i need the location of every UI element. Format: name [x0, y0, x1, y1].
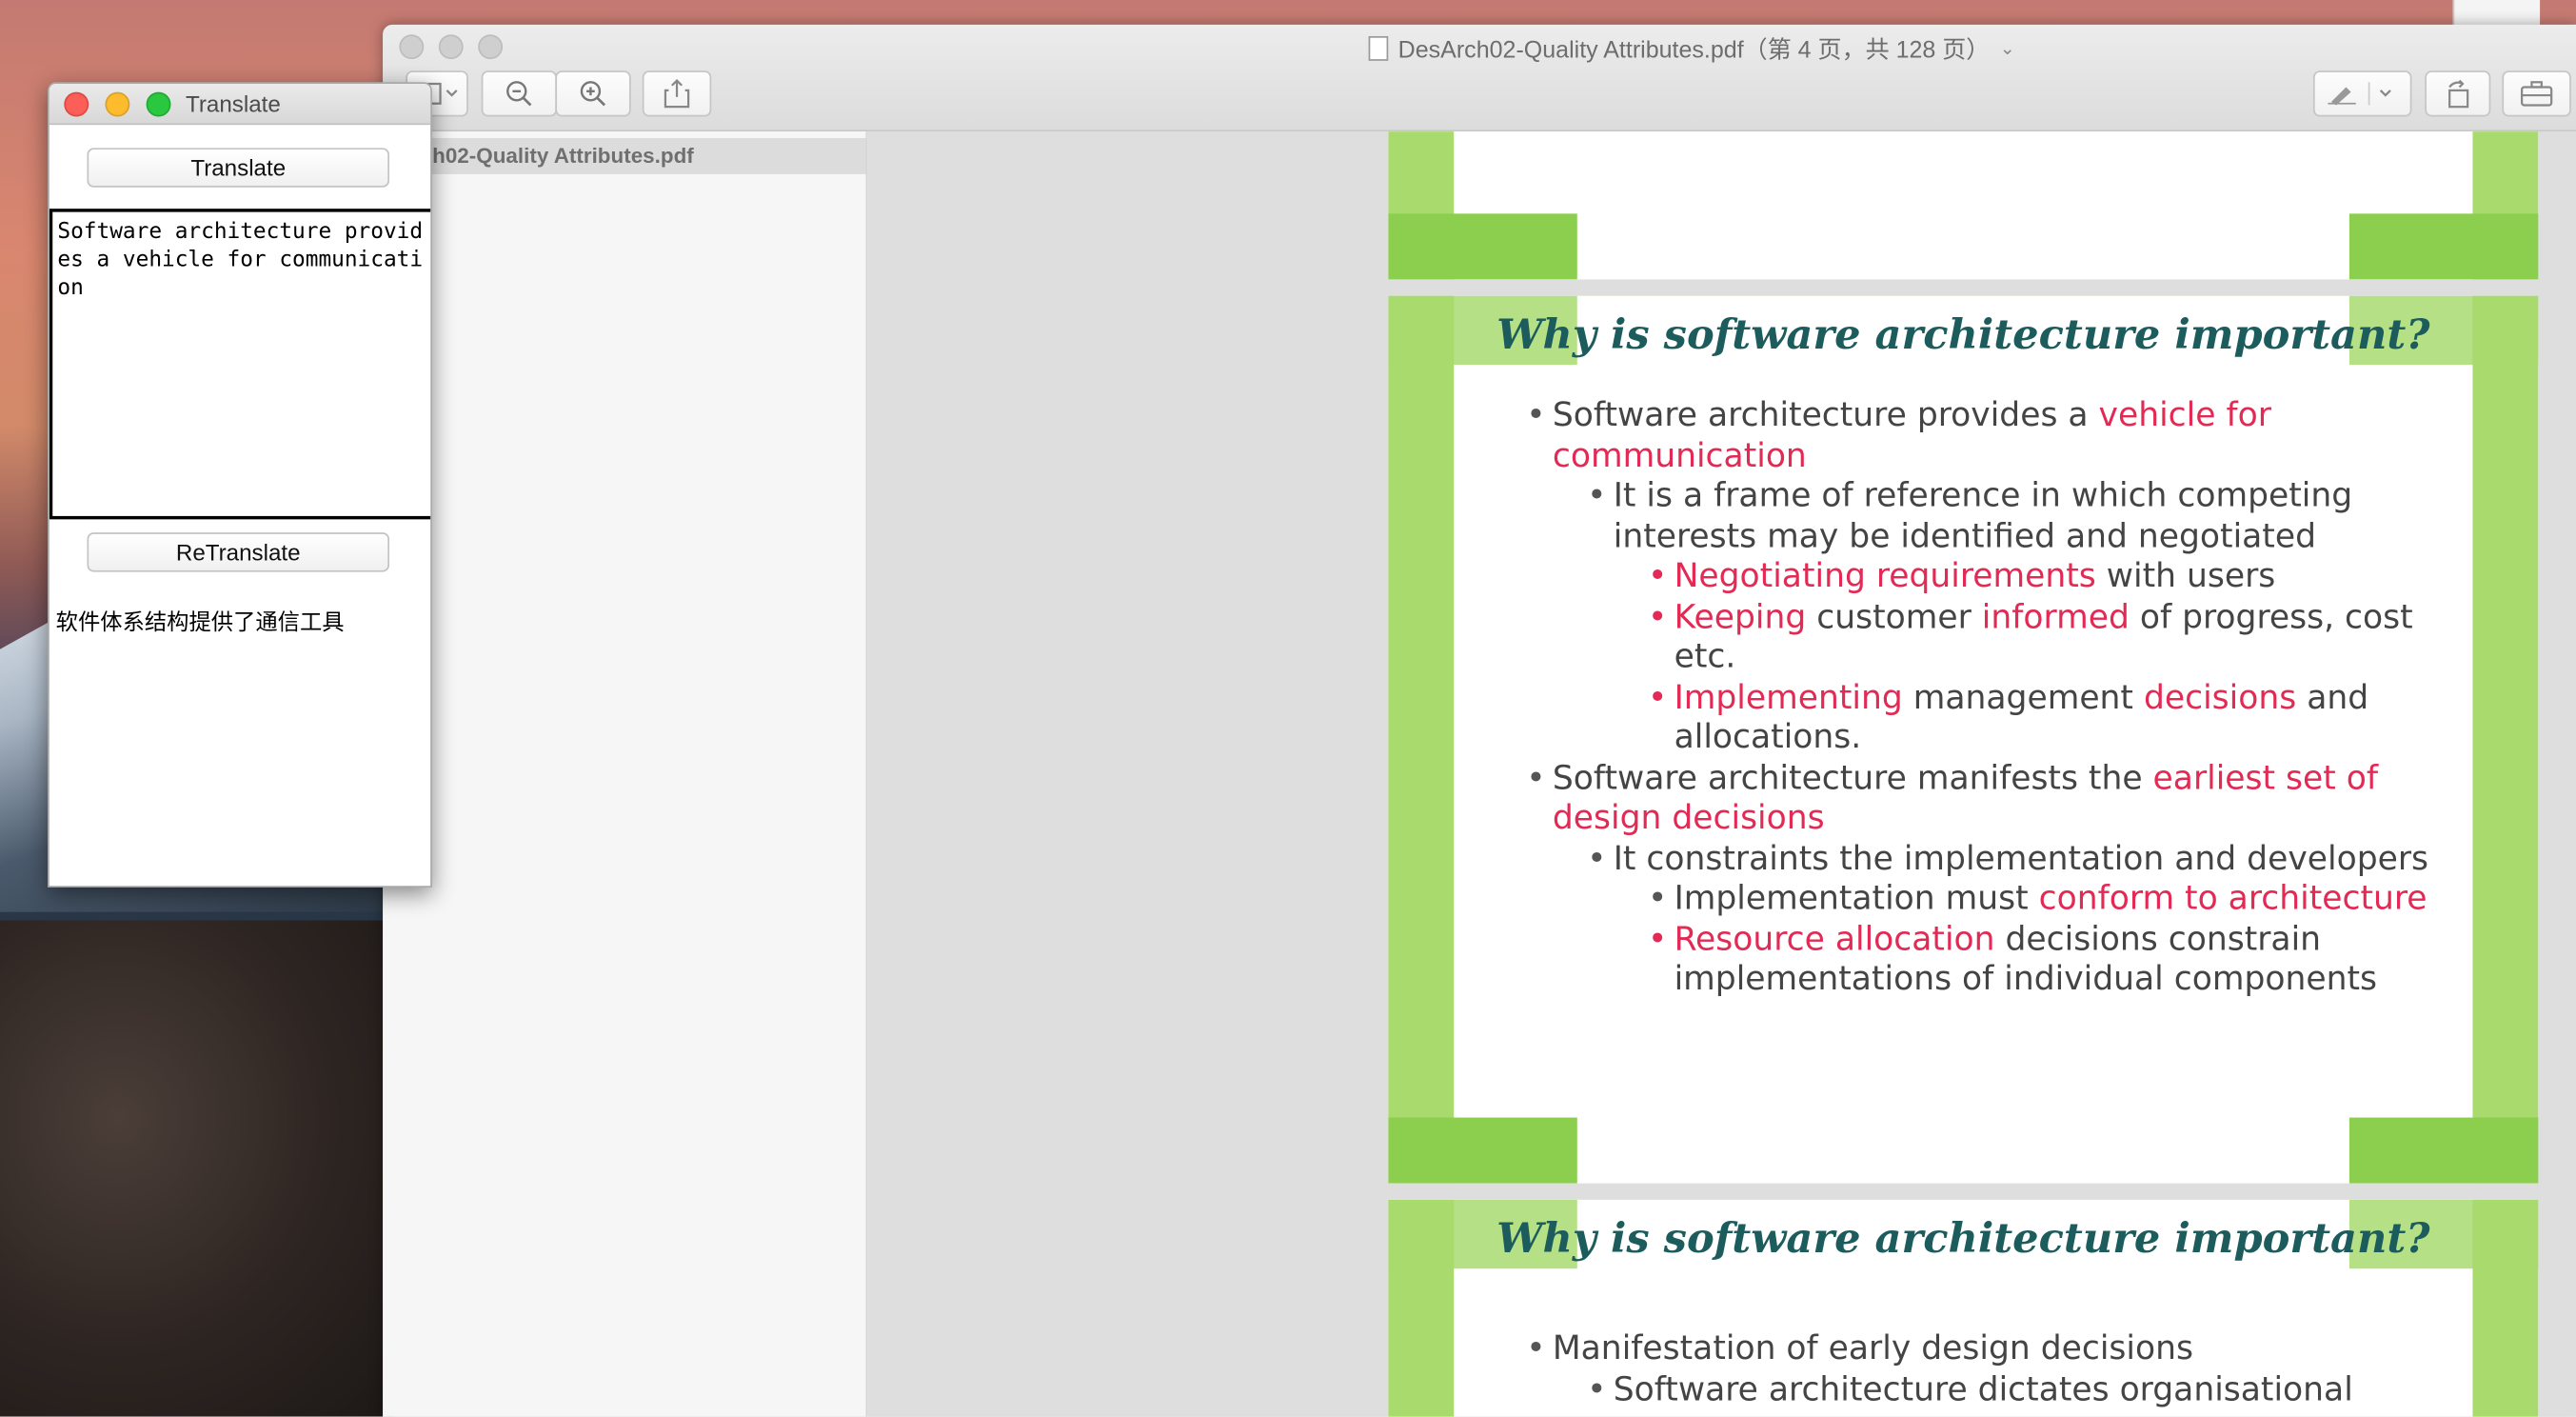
bullet-text: customer — [1806, 595, 1982, 636]
preview-titlebar: DesArch02-Quality Attributes.pdf（第 4 页，共… — [383, 24, 2576, 132]
zoom-out-button[interactable] — [481, 70, 558, 117]
slide-left-bar — [1388, 1199, 1455, 1417]
slide-title-box: Why is software architecture important? — [1496, 1199, 2430, 1276]
bullet-level-3: Negotiating requirements with users — [1526, 555, 2446, 595]
translate-window: Translate Translate Software architectur… — [48, 82, 432, 888]
zoom-in-button[interactable] — [555, 70, 631, 117]
preview-window-controls — [399, 34, 504, 60]
chevron-down-icon[interactable]: ⌄ — [2000, 38, 2015, 59]
window-title: DesArch02-Quality Attributes.pdf（第 4 页，共… — [1368, 31, 2015, 66]
translate-window-controls — [64, 91, 171, 117]
translation-output: 软件体系结构提供了通信工具 — [55, 609, 345, 635]
slide-inner — [1454, 131, 2473, 280]
bullet-level-1: Software architecture provides a vehicle… — [1526, 394, 2446, 475]
zoom-out-icon — [506, 81, 532, 107]
bullet-text: Keeping — [1674, 595, 1807, 636]
pdf-document-icon — [1368, 35, 1389, 61]
source-text-area[interactable]: Software architecture provides a vehicle… — [49, 209, 431, 520]
translate-titlebar: Translate — [49, 84, 431, 126]
slide-left-corner — [1388, 1117, 1577, 1184]
slide-right-bar — [2472, 295, 2539, 1184]
retranslate-button[interactable]: ReTranslate — [87, 532, 390, 572]
share-button[interactable] — [642, 70, 712, 117]
slide-next: Why is software architecture important? … — [1388, 1199, 2539, 1417]
slide-left-bar — [1388, 295, 1455, 1184]
bullet-text: Implementing — [1674, 676, 1903, 716]
rotate-button[interactable] — [2425, 70, 2491, 117]
rocks-image — [0, 920, 395, 1417]
close-button[interactable] — [64, 91, 89, 117]
bullet-text: It constraints the implementation and de… — [1613, 837, 2429, 877]
zoom-button[interactable] — [478, 34, 504, 60]
bullet-text: Negotiating requirements — [1674, 555, 2096, 595]
bullet-text: decisions — [2143, 676, 2297, 716]
bullet-level-1: Manifestation of early design decisions — [1526, 1327, 2446, 1367]
toolbox-button[interactable] — [2502, 70, 2571, 117]
bullet-text: It is a frame of reference in which comp… — [1613, 474, 2353, 555]
pdf-content-area[interactable]: Why is software architecture important? … — [867, 131, 2576, 1417]
bullet-level-3: Resource allocation decisions constrain … — [1526, 918, 2446, 999]
bullet-level-2: It constraints the implementation and de… — [1526, 837, 2446, 877]
bullet-text: Resource allocation — [1674, 917, 1995, 958]
markup-button[interactable] — [2312, 70, 2412, 117]
zoom-in-icon — [580, 81, 606, 107]
thumbnail-sidebar: esArch02-Quality Attributes.pdf — [383, 131, 868, 1417]
translate-window-title: Translate — [186, 90, 281, 117]
translate-button[interactable]: Translate — [87, 148, 390, 188]
bullet-level-3: Implementing management decisions and al… — [1526, 676, 2446, 757]
bullet-text: management — [1902, 676, 2144, 716]
slide-title: Why is software architecture important? — [1496, 309, 2430, 358]
slide-title: Why is software architecture important? — [1496, 1213, 2430, 1262]
bullet-text: Implementation must — [1674, 877, 2039, 917]
bullet-level-2: Software architecture dictates organisat… — [1526, 1368, 2446, 1408]
slide-bullets: Software architecture provides a vehicle… — [1526, 394, 2446, 998]
minimize-button[interactable] — [438, 34, 464, 60]
bullet-text: Manifestation of early design decisions — [1552, 1327, 2193, 1367]
share-icon — [664, 78, 690, 109]
close-button[interactable] — [399, 34, 425, 60]
toolbox-icon — [2520, 81, 2553, 107]
bullet-text: Software architecture dictates organisat… — [1613, 1367, 2353, 1408]
minimize-button[interactable] — [105, 91, 130, 117]
slide-right-bar — [2472, 1199, 2539, 1417]
bullet-level-3: Implementation must conform to architect… — [1526, 878, 2446, 918]
markup-icon — [2328, 82, 2391, 106]
bullet-text: Software architecture provides a — [1552, 394, 2099, 434]
slide-previous — [1388, 131, 2539, 280]
bullet-level-2: It is a frame of reference in which comp… — [1526, 475, 2446, 556]
zoom-button[interactable] — [146, 91, 171, 117]
slide-current: Why is software architecture important? … — [1388, 295, 2539, 1184]
rotate-icon — [2448, 79, 2469, 109]
slide-left-corner — [1388, 213, 1577, 280]
slide-right-corner — [2348, 1117, 2539, 1184]
bullet-text: with users — [2095, 555, 2276, 595]
bullet-text: informed — [1981, 595, 2130, 636]
slide-bullets: Manifestation of early design decisionsS… — [1526, 1327, 2446, 1408]
sidebar-item-document[interactable]: esArch02-Quality Attributes.pdf — [383, 137, 866, 174]
bullet-text: Software architecture manifests the — [1552, 756, 2153, 797]
preview-window: DesArch02-Quality Attributes.pdf（第 4 页，共… — [383, 24, 2576, 1417]
bullet-level-3: Keeping customer informed of progress, c… — [1526, 596, 2446, 677]
slide-right-corner — [2348, 213, 2539, 280]
slide-title-box: Why is software architecture important? — [1496, 295, 2430, 372]
window-title-text: DesArch02-Quality Attributes.pdf（第 4 页，共… — [1397, 37, 1991, 65]
bullet-text: conform to architecture — [2038, 877, 2427, 917]
bullet-level-1: Software architecture manifests the earl… — [1526, 757, 2446, 838]
